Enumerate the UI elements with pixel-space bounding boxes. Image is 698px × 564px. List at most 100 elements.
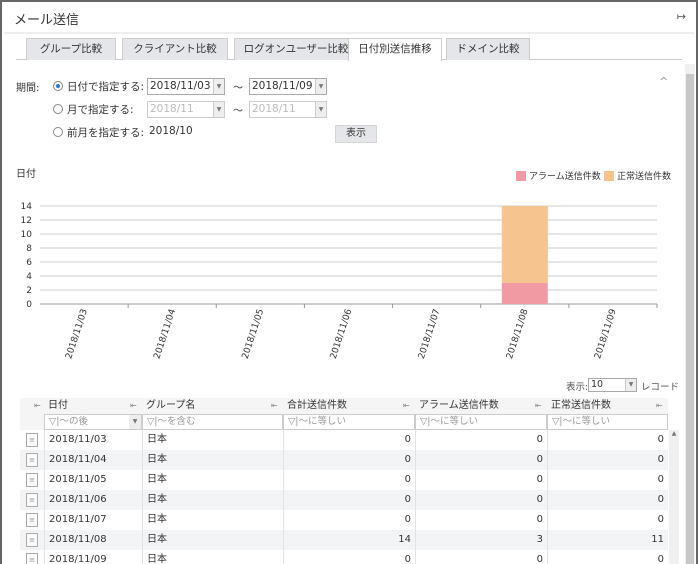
table-row[interactable]: ≡ 2018/11/07 日本 0 0 0 xyxy=(20,510,668,530)
table-cell: 0 xyxy=(283,430,415,450)
tab-domain-compare[interactable]: ドメイン比較 xyxy=(446,38,530,60)
show-button[interactable]: 表示 xyxy=(335,125,377,143)
y-tick-label: 2 xyxy=(26,286,32,296)
chevron-down-icon[interactable]: ▼ xyxy=(315,79,326,94)
legend-label[interactable]: 正常送信件数 xyxy=(617,170,671,182)
table-row[interactable]: ≡ 2018/11/05 日本 0 0 0 xyxy=(20,470,668,490)
month-from-combo[interactable]: 2018/11 ▼ xyxy=(147,101,225,118)
tab-daily-trend[interactable]: 日付別送信推移 xyxy=(348,38,442,61)
table-cell: 3 xyxy=(415,530,547,550)
chevron-down-icon[interactable]: ▼ xyxy=(213,79,224,94)
table-row[interactable]: ≡ 2018/11/09 日本 0 0 0 xyxy=(20,550,668,564)
page-scrollbar[interactable] xyxy=(685,64,695,564)
bar-alarm[interactable] xyxy=(501,283,548,304)
month-from-value: 2018/11 xyxy=(150,103,194,115)
table-cell: 0 xyxy=(415,490,547,510)
pin-icon[interactable]: ⇤ xyxy=(130,398,137,414)
chevron-down-icon[interactable]: ▼ xyxy=(129,415,141,429)
radio-by-date[interactable] xyxy=(53,81,63,91)
y-tick-label: 12 xyxy=(21,216,32,226)
table-cell: 0 xyxy=(415,430,547,450)
table-cell: 2018/11/06 xyxy=(44,490,142,510)
chart-y-title: 日付 xyxy=(16,167,36,180)
tab-group-compare[interactable]: グループ比較 xyxy=(26,38,116,60)
table-cell: 日本 xyxy=(142,450,283,470)
records-label: レコード xyxy=(641,382,680,393)
filter-icon[interactable]: ▽| xyxy=(147,416,158,427)
detail-icon[interactable]: ≡ xyxy=(26,433,38,447)
period-label: 期間: xyxy=(16,83,40,94)
collapse-chevron-up-icon[interactable]: ^ xyxy=(659,75,668,88)
filter-input[interactable]: ▽|～を含む xyxy=(142,414,283,430)
radio-by-month[interactable] xyxy=(53,104,63,114)
filter-icon[interactable]: ▽| xyxy=(49,416,60,427)
column-header[interactable]: アラーム送信件数 xyxy=(419,398,499,414)
radio-prev-month[interactable] xyxy=(53,127,63,137)
tab-client-compare[interactable]: クライアント比較 xyxy=(122,38,228,60)
detail-icon[interactable]: ≡ xyxy=(26,473,38,487)
page-size-combo[interactable]: 10 ▼ xyxy=(588,378,637,392)
date-to-value: 2018/11/09 xyxy=(252,80,313,92)
tab-bar: グループ比較 クライアント比較 ログオンユーザー比較 日付別送信推移 ドメイン比… xyxy=(16,38,682,61)
column-header[interactable]: 合計送信件数 xyxy=(287,398,347,414)
x-tick-label: 2018/11/06 xyxy=(329,308,355,361)
detail-icon[interactable]: ≡ xyxy=(26,553,38,564)
pin-icon[interactable]: ⇤ xyxy=(403,398,410,414)
month-to-combo[interactable]: 2018/11 ▼ xyxy=(249,101,327,118)
date-from-combo[interactable]: 2018/11/03 ▼ xyxy=(147,78,225,95)
table-cell: 2018/11/04 xyxy=(44,450,142,470)
detail-icon[interactable]: ≡ xyxy=(26,533,38,547)
page-size-value: 10 xyxy=(591,379,604,390)
table-cell: 0 xyxy=(283,510,415,530)
filter-input[interactable]: ▽|～に等しい xyxy=(547,414,668,430)
y-tick-label: 0 xyxy=(26,300,32,310)
table-cell: 14 xyxy=(283,530,415,550)
filter-input[interactable]: ▽|～に等しい xyxy=(415,414,547,430)
pin-icon[interactable]: ⇤ xyxy=(535,398,542,414)
pin-icon[interactable]: ⇤ xyxy=(34,398,41,414)
x-tick-label: 2018/11/09 xyxy=(593,308,619,361)
column-header[interactable]: 日付 xyxy=(48,398,68,414)
column-header[interactable]: 正常送信件数 xyxy=(551,398,611,414)
table-row[interactable]: ≡ 2018/11/08 日本 14 3 11 xyxy=(20,530,668,550)
y-tick-label: 10 xyxy=(21,230,33,240)
table-cell: 2018/11/08 xyxy=(44,530,142,550)
legend-label[interactable]: アラーム送信件数 xyxy=(529,170,601,182)
date-to-combo[interactable]: 2018/11/09 ▼ xyxy=(249,78,327,95)
tab-logon-user-compare[interactable]: ログオンユーザー比較 xyxy=(234,38,358,60)
table-scrollbar[interactable]: ▲ xyxy=(669,430,679,564)
filter-icon[interactable]: ▽| xyxy=(552,416,563,427)
y-tick-label: 8 xyxy=(26,244,32,254)
filter-placeholder: ～に等しい xyxy=(298,416,347,427)
chevron-down-icon[interactable]: ▼ xyxy=(625,379,636,391)
column-header[interactable]: グループ名 xyxy=(146,398,195,414)
bar-normal[interactable] xyxy=(501,206,548,283)
y-tick-label: 14 xyxy=(21,202,33,212)
table-cell: 0 xyxy=(283,550,415,564)
table-row[interactable]: ≡ 2018/11/04 日本 0 0 0 xyxy=(20,450,668,470)
detail-icon[interactable]: ≡ xyxy=(26,453,38,467)
filter-placeholder: ～を含む xyxy=(157,416,196,427)
pin-icon[interactable]: ⇤ xyxy=(271,398,278,414)
table-row[interactable]: ≡ 2018/11/06 日本 0 0 0 xyxy=(20,490,668,510)
y-tick-label: 4 xyxy=(26,272,32,282)
table-cell: 0 xyxy=(415,550,547,564)
date-from-value: 2018/11/03 xyxy=(150,80,211,92)
table-cell: 2018/11/05 xyxy=(44,470,142,490)
table-cell: 0 xyxy=(415,510,547,530)
x-tick-label: 2018/11/04 xyxy=(153,308,179,361)
pin-icon[interactable]: ⇤ xyxy=(656,398,663,414)
filter-icon[interactable]: ▽| xyxy=(420,416,431,427)
filter-input[interactable]: ▽|～の後 ▼ xyxy=(44,414,142,430)
y-tick-label: 6 xyxy=(26,258,32,268)
table-cell: 日本 xyxy=(142,470,283,490)
exit-icon[interactable]: ↦ xyxy=(677,10,686,23)
table-row[interactable]: ≡ 2018/11/03 日本 0 0 0 xyxy=(20,430,668,450)
table-cell: 日本 xyxy=(142,510,283,530)
table-cell: 0 xyxy=(547,510,668,530)
detail-icon[interactable]: ≡ xyxy=(26,493,38,507)
detail-icon[interactable]: ≡ xyxy=(26,513,38,527)
filter-input[interactable]: ▽|～に等しい xyxy=(283,414,415,430)
filter-icon[interactable]: ▽| xyxy=(288,416,299,427)
chevron-down-icon: ▼ xyxy=(213,102,224,117)
